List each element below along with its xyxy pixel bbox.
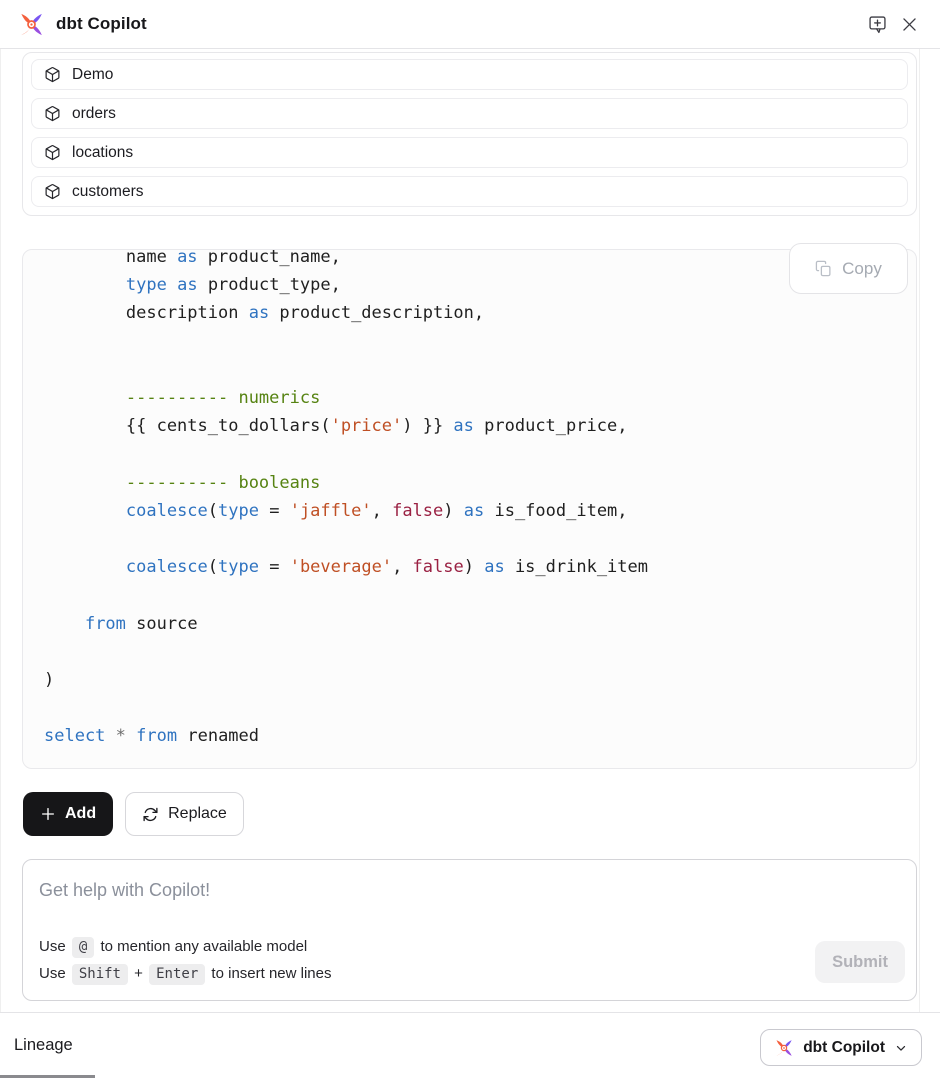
submit-button[interactable]: Submit	[815, 941, 905, 983]
code-block: name as product_name, type as product_ty…	[22, 249, 917, 769]
copy-button[interactable]: Copy	[789, 243, 908, 294]
model-chip-label: orders	[72, 105, 116, 123]
tab-lineage[interactable]: Lineage	[14, 1036, 73, 1055]
code-line: ---------- booleans	[44, 469, 916, 497]
dbt-copilot-logo-icon	[774, 1038, 794, 1058]
chevron-down-icon	[894, 1041, 908, 1055]
model-chip[interactable]: locations	[31, 137, 908, 168]
close-icon[interactable]	[896, 11, 922, 37]
panel-footer: Lineage dbt Copilot	[0, 1012, 940, 1078]
cube-icon	[44, 144, 61, 161]
code-line	[44, 525, 916, 553]
code-line	[44, 694, 916, 722]
prompt-hint-line: Use @ to mention any available model	[39, 934, 332, 961]
panel-header: dbt Copilot	[0, 0, 940, 49]
code-line: description as product_description,	[44, 299, 916, 327]
refresh-icon	[142, 806, 159, 823]
model-chip[interactable]: customers	[31, 176, 908, 207]
cube-icon	[44, 66, 61, 83]
code-line: )	[44, 666, 916, 694]
code-line: coalesce(type = 'beverage', false) as is…	[44, 553, 916, 581]
cube-icon	[44, 105, 61, 122]
add-button[interactable]: Add	[23, 792, 113, 836]
prompt-hints: Use @ to mention any available modelUse …	[39, 934, 332, 987]
code-line	[44, 328, 916, 356]
code-line: from source	[44, 610, 916, 638]
plus-icon	[40, 806, 56, 822]
cube-icon	[44, 183, 61, 200]
copilot-mode-selector-label: dbt Copilot	[803, 1039, 885, 1057]
panel-title: dbt Copilot	[56, 14, 147, 34]
copilot-mode-selector[interactable]: dbt Copilot	[760, 1029, 922, 1066]
add-button-label: Add	[65, 805, 96, 823]
code-line	[44, 440, 916, 468]
dbt-copilot-panel: dbt Copilot Demo	[0, 0, 940, 1078]
code-line: {{ cents_to_dollars('price') }} as produ…	[44, 412, 916, 440]
replace-button[interactable]: Replace	[125, 792, 244, 836]
sql-code: name as product_name, type as product_ty…	[23, 250, 916, 751]
model-chip-label: locations	[72, 144, 133, 162]
code-line: coalesce(type = 'jaffle', false) as is_f…	[44, 497, 916, 525]
kbd-chip: Shift	[72, 964, 128, 985]
prompt-hint-line: Use Shift + Enter to insert new lines	[39, 961, 332, 988]
chat-scroll-area[interactable]: Demo orders locations customers name as …	[0, 49, 920, 1012]
code-line: select * from renamed	[44, 722, 916, 750]
copy-button-label: Copy	[842, 259, 882, 279]
popout-plus-icon[interactable]	[864, 11, 890, 37]
model-chip[interactable]: orders	[31, 98, 908, 129]
code-scroll-area[interactable]: name as product_name, type as product_ty…	[23, 250, 916, 768]
prompt-input[interactable]: Get help with Copilot! Use @ to mention …	[22, 859, 917, 1001]
kbd-chip: @	[72, 937, 94, 958]
code-line	[44, 581, 916, 609]
code-line	[44, 638, 916, 666]
replace-button-label: Replace	[168, 805, 227, 823]
code-line	[44, 356, 916, 384]
code-line: name as product_name,	[44, 250, 916, 271]
code-line: type as product_type,	[44, 271, 916, 299]
dbt-copilot-logo-icon	[18, 11, 45, 38]
kbd-chip: Enter	[149, 964, 205, 985]
code-line: ---------- numerics	[44, 384, 916, 412]
model-chip-label: Demo	[72, 66, 113, 84]
copy-icon	[815, 260, 832, 277]
mentioned-models-list: Demo orders locations customers	[22, 52, 917, 216]
model-chip[interactable]: Demo	[31, 59, 908, 90]
code-actions-row: Add Replace	[23, 792, 919, 836]
model-chip-label: customers	[72, 183, 144, 201]
prompt-placeholder: Get help with Copilot!	[39, 880, 210, 901]
